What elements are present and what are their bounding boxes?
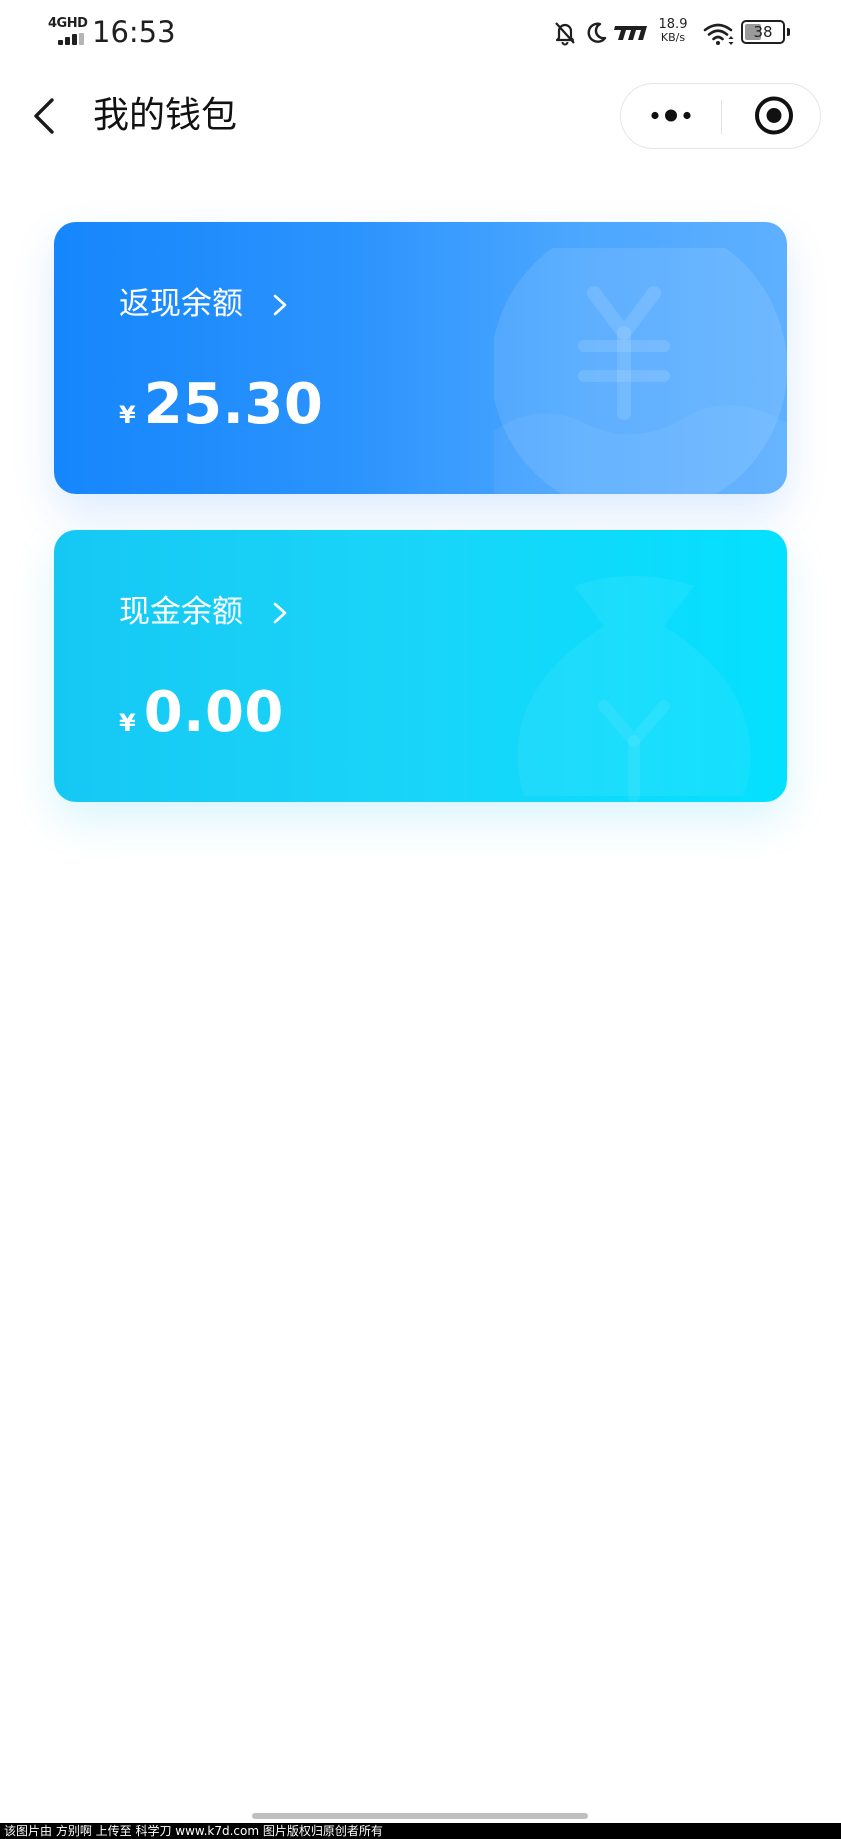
status-time: 16:53 [92, 15, 176, 49]
balance-amount: ¥0.00 [119, 680, 284, 746]
page-title: 我的钱包 [93, 95, 238, 136]
wifi-icon [703, 23, 734, 45]
chevron-right-icon [273, 294, 287, 316]
yen-coin-watermark-icon [494, 248, 787, 494]
network-speed: 18.9 KB/s [653, 18, 693, 44]
money-bag-watermark-icon [517, 576, 751, 802]
amount-value: 25.30 [143, 372, 324, 437]
wallet-page: 4GHD 16:53 18.9 KB/s 38 我的钱包 返现余额 ¥ 25.3… [0, 0, 841, 1839]
status-bar: 4GHD 16:53 18.9 KB/s 38 [0, 0, 841, 66]
chevron-right-icon [273, 602, 287, 624]
watermark-footer: 该图片由 方别啊 上传至 科学刀 www.k7d.com 图片版权归原创者所有 [0, 1823, 841, 1839]
network-type: 4GHD [48, 16, 88, 31]
target-circle-icon [755, 96, 793, 135]
network-indicator: 4GHD [48, 16, 88, 45]
speed-unit: KB/s [660, 31, 686, 44]
back-button[interactable] [26, 90, 70, 142]
speed-value: 18.9 [658, 17, 688, 32]
home-indicator[interactable] [252, 1813, 588, 1819]
battery-icon: 38 [741, 20, 785, 44]
card-label: 现金余额 [119, 594, 243, 630]
nav-bar: 我的钱包 [0, 76, 841, 156]
cash-balance-card[interactable]: 现金余额 ¥0.00 [54, 530, 787, 802]
rebate-balance-card[interactable]: 返现余额 ¥25.30 [54, 222, 787, 494]
battery-level: 38 [753, 23, 773, 41]
watermark-text: 该图片由 方别啊 上传至 科学刀 www.k7d.com 图片版权归原创者所有 [4, 1824, 383, 1838]
battery-tip [787, 28, 790, 36]
more-button[interactable] [621, 84, 721, 147]
moon-icon [587, 22, 607, 43]
balance-amount: ¥25.30 [119, 372, 323, 438]
signal-icon [58, 33, 84, 45]
carrier-logo-icon [614, 26, 647, 40]
mute-bell-icon [555, 22, 575, 46]
miniprogram-capsule [620, 83, 821, 149]
currency-symbol: ¥ [119, 401, 136, 429]
chevron-left-icon [34, 98, 54, 134]
close-miniprogram-button[interactable] [722, 84, 820, 147]
currency-symbol: ¥ [119, 709, 136, 737]
amount-value: 0.00 [143, 680, 284, 745]
card-label: 返现余额 [119, 286, 243, 322]
status-icons: 18.9 KB/s 38 [553, 16, 793, 50]
more-dots-icon [651, 109, 691, 122]
